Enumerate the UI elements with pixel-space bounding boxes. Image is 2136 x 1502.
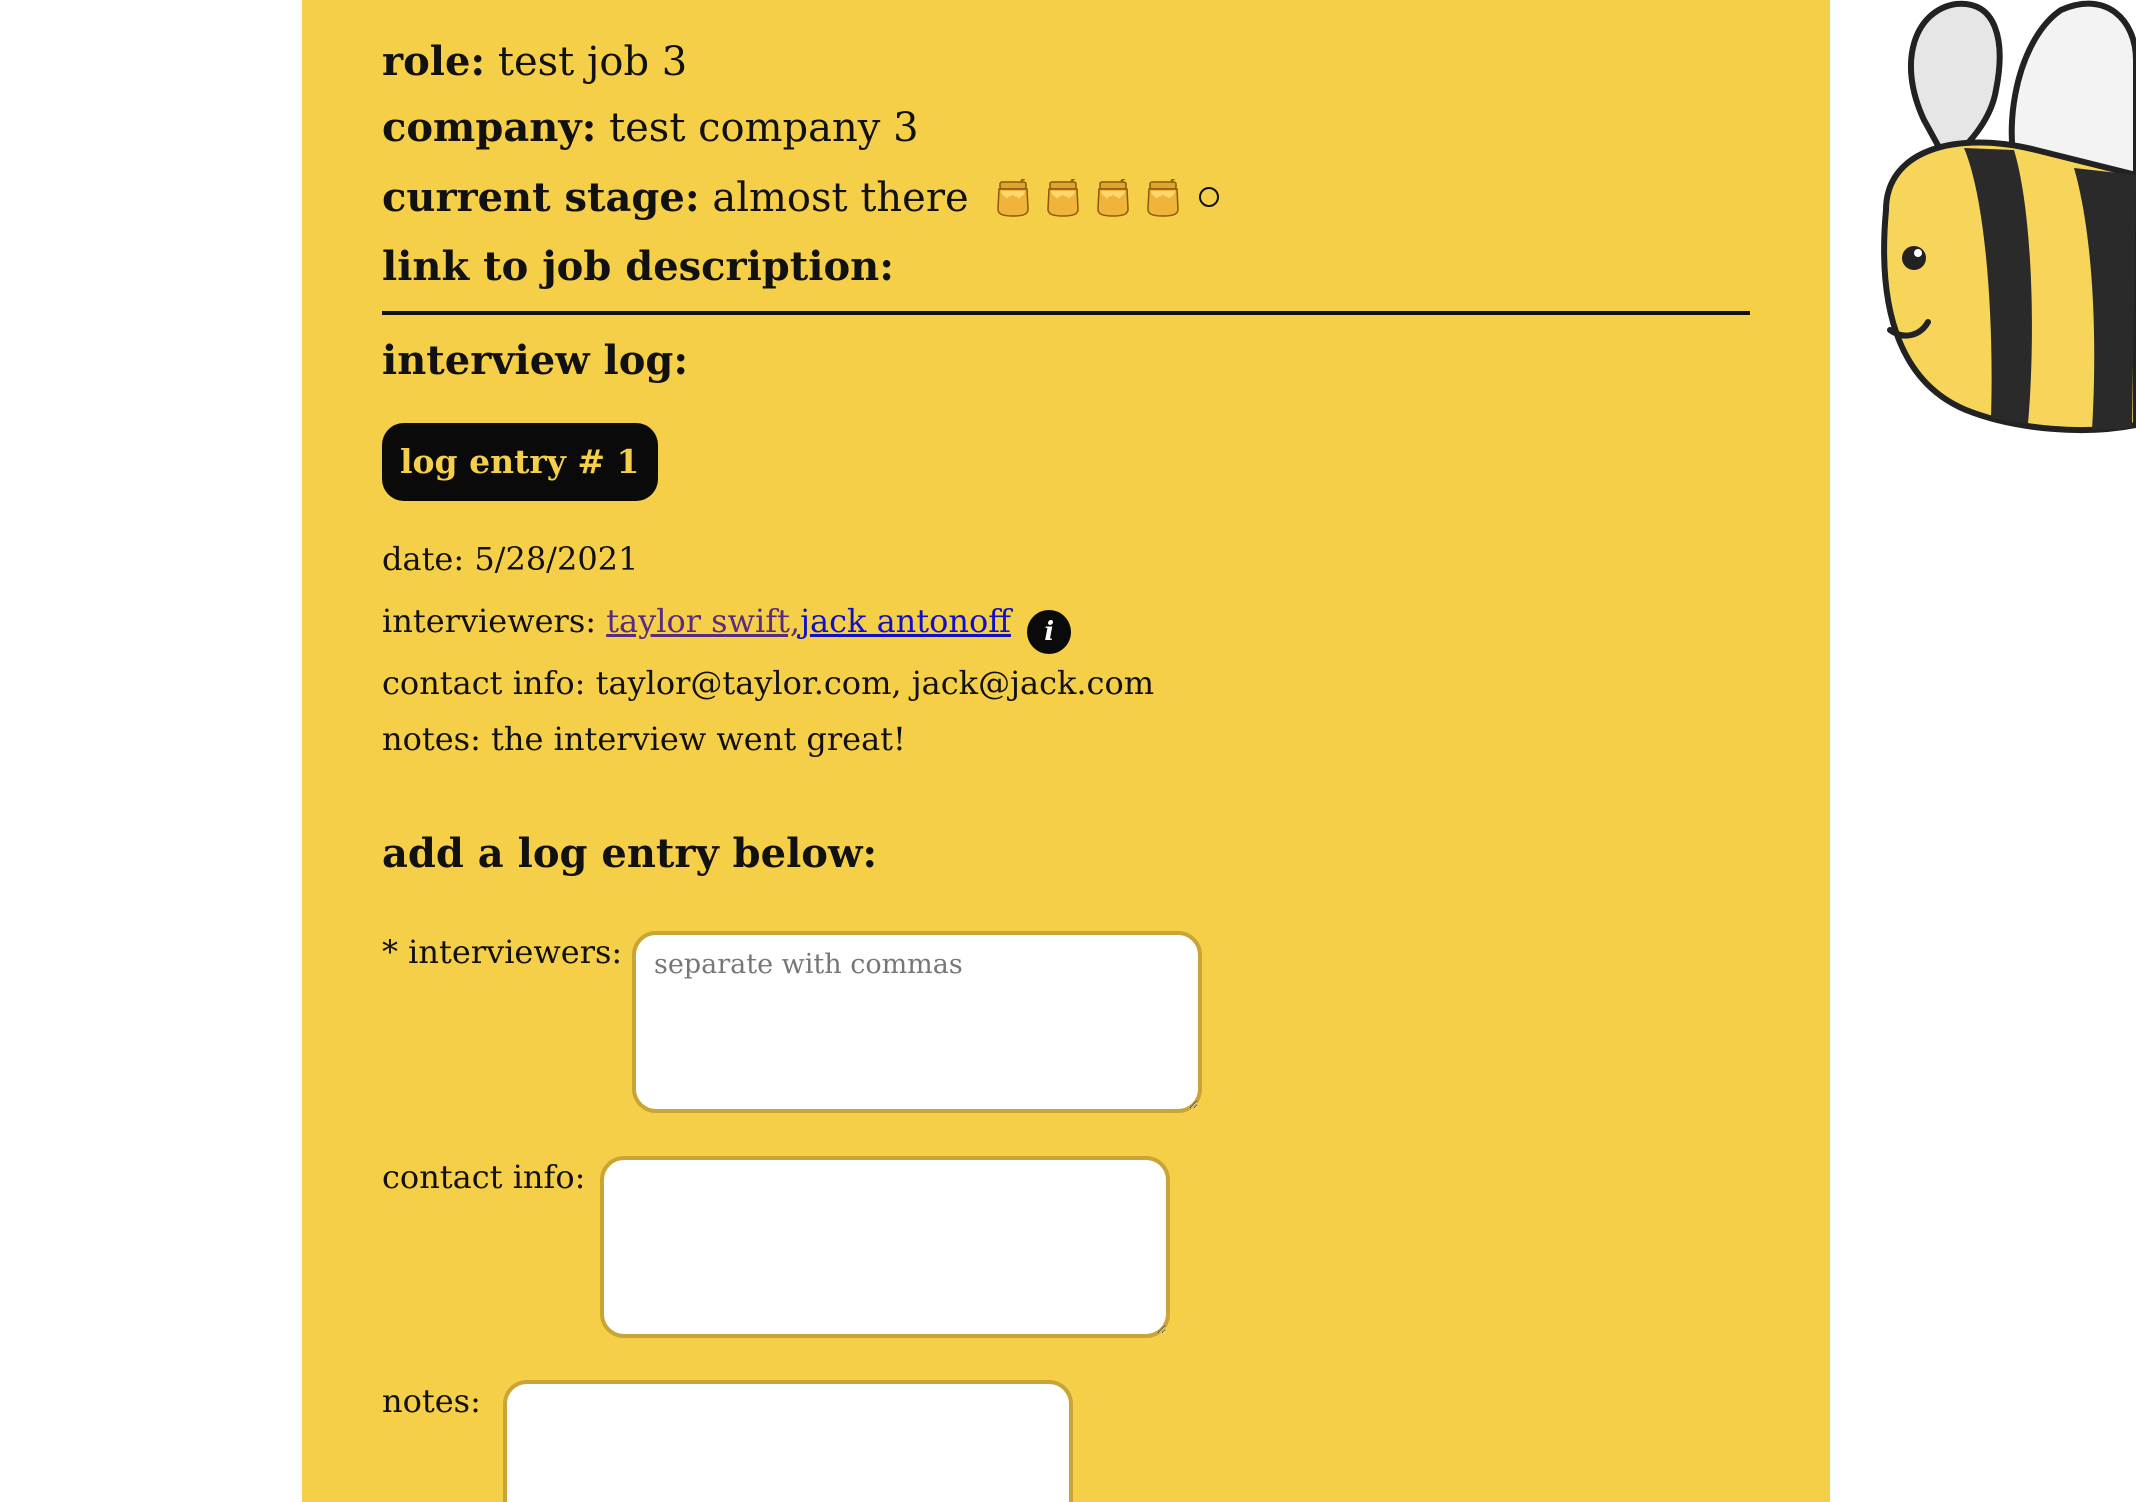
contact-info-value: taylor@taylor.com, jack@jack.com <box>595 664 1155 702</box>
honey-pot-icon <box>1097 179 1130 217</box>
interviewer-link-taylor-swift[interactable]: taylor swift, <box>606 602 800 640</box>
date-label: date: <box>382 540 465 578</box>
add-log-entry-title: add a log entry below: <box>382 830 878 877</box>
notes-value: the interview went great! <box>491 720 906 758</box>
log-entry-badge[interactable]: log entry # 1 <box>382 423 658 501</box>
log-entry-notes: notes: the interview went great! <box>382 719 906 759</box>
contact-info-textarea[interactable] <box>600 1156 1170 1338</box>
log-entry-contact-info: contact info: taylor@taylor.com, jack@ja… <box>382 663 1154 703</box>
contact-info-field-label: contact info: <box>382 1158 586 1196</box>
interviewers-label: interviewers: <box>382 602 597 640</box>
job-detail-panel: role: test job 3 company: test company 3… <box>302 0 1830 1502</box>
company-value: test company 3 <box>609 105 919 151</box>
honey-pot-icon <box>1147 179 1180 217</box>
log-entry-interviewers: interviewers: taylor swift,jack antonoff… <box>382 601 1072 654</box>
date-value: 5/28/2021 <box>474 540 639 578</box>
contact-info-label: contact info: <box>382 664 586 702</box>
role-value: test job 3 <box>497 39 688 85</box>
job-description-link-line: link to job description: <box>382 243 894 291</box>
company-label: company: <box>382 104 597 151</box>
job-description-link-label: link to job description: <box>382 243 894 290</box>
interviewers-field-label: * interviewers: <box>382 933 623 971</box>
interviewer-link-jack-antonoff[interactable]: jack antonoff <box>800 602 1011 640</box>
log-entry-date: date: 5/28/2021 <box>382 539 638 579</box>
info-icon[interactable]: i <box>1027 610 1072 654</box>
role-label: role: <box>382 38 486 85</box>
notes-textarea[interactable] <box>503 1380 1073 1502</box>
honey-pot-icon <box>1047 179 1080 217</box>
notes-field-label: notes: <box>382 1382 481 1420</box>
interviewers-textarea[interactable] <box>632 931 1202 1113</box>
page: role: test job 3 company: test company 3… <box>0 0 2136 1502</box>
role-line: role: test job 3 <box>382 38 687 86</box>
notes-label: notes: <box>382 720 481 758</box>
interview-log-title: interview log: <box>382 337 689 384</box>
stage-value: almost there <box>712 175 969 221</box>
stage-label: current stage: <box>382 174 700 221</box>
bee-mascot-icon <box>1881 0 2136 433</box>
section-divider <box>382 311 1750 315</box>
honey-pot-icon <box>997 179 1030 217</box>
hollow-circle-icon <box>1199 187 1220 207</box>
stage-progress-indicator <box>995 174 1220 222</box>
company-line: company: test company 3 <box>382 104 919 152</box>
current-stage-line: current stage: almost there <box>382 174 1220 222</box>
